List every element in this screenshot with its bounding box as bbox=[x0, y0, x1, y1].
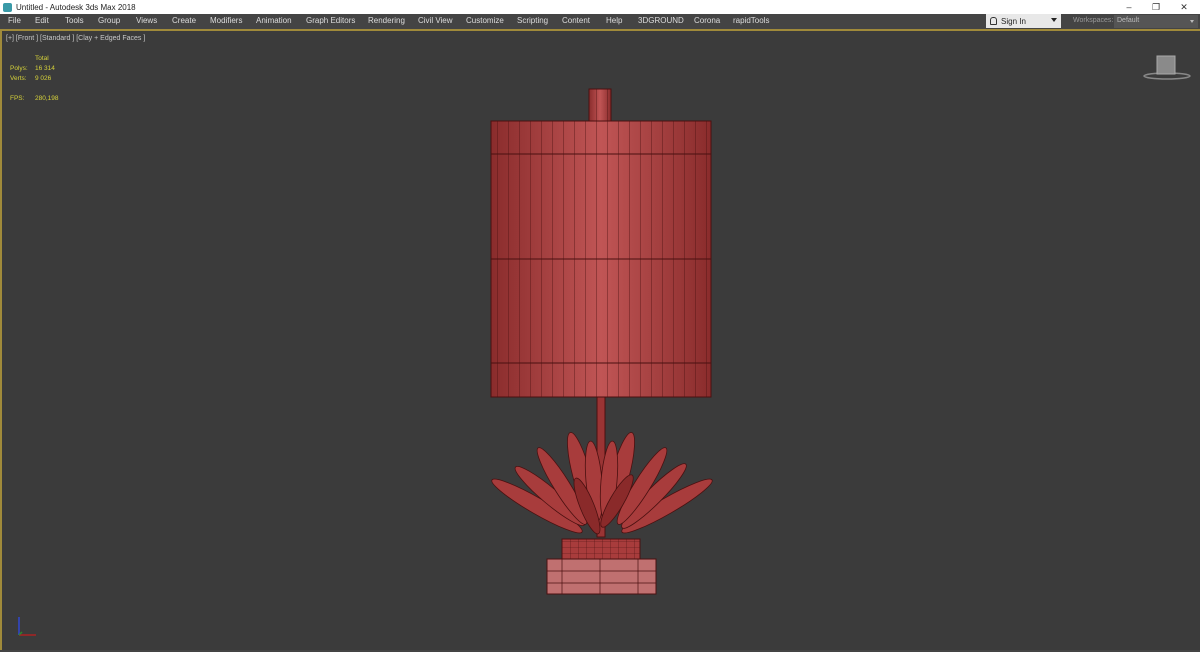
workspaces-label: Workspaces: bbox=[1073, 17, 1114, 24]
menu-corona[interactable]: Corona bbox=[694, 16, 720, 25]
window-title: Untitled - Autodesk 3ds Max 2018 bbox=[16, 2, 136, 12]
menu-views[interactable]: Views bbox=[136, 16, 157, 25]
close-button[interactable]: ✕ bbox=[1170, 0, 1198, 14]
app-icon bbox=[3, 2, 12, 12]
menu-rapidtools[interactable]: rapidTools bbox=[733, 16, 769, 25]
lamp-base bbox=[546, 558, 657, 595]
menu-edit[interactable]: Edit bbox=[35, 16, 49, 25]
menu-create[interactable]: Create bbox=[172, 16, 196, 25]
menu-graph-editors[interactable]: Graph Editors bbox=[306, 16, 355, 25]
user-icon bbox=[990, 17, 997, 25]
lamp-finial bbox=[588, 88, 612, 122]
minimize-button[interactable]: – bbox=[1115, 0, 1143, 14]
lamp-shade bbox=[490, 120, 712, 398]
menu-customize[interactable]: Customize bbox=[466, 16, 504, 25]
menu-group[interactable]: Group bbox=[98, 16, 120, 25]
workspaces-select[interactable]: Default bbox=[1114, 15, 1198, 28]
menu-animation[interactable]: Animation bbox=[256, 16, 292, 25]
menu-content[interactable]: Content bbox=[562, 16, 590, 25]
menu-file[interactable]: File bbox=[8, 16, 21, 25]
chevron-down-icon bbox=[1051, 18, 1057, 22]
menu-rendering[interactable]: Rendering bbox=[368, 16, 405, 25]
lamp-collar bbox=[561, 538, 641, 560]
front-viewport[interactable]: [+] [Front ] [Standard ] [Clay + Edged F… bbox=[0, 29, 1200, 650]
title-bar: Untitled - Autodesk 3ds Max 2018 – ❐ ✕ bbox=[0, 0, 1200, 14]
menu-modifiers[interactable]: Modifiers bbox=[210, 16, 242, 25]
restore-button[interactable]: ❐ bbox=[1142, 0, 1170, 14]
sign-in-button[interactable]: Sign In bbox=[986, 14, 1061, 28]
chevron-down-icon bbox=[1190, 20, 1194, 23]
menu-civil-view[interactable]: Civil View bbox=[418, 16, 453, 25]
menu-tools[interactable]: Tools bbox=[65, 16, 84, 25]
menu-3dground[interactable]: 3DGROUND bbox=[638, 16, 684, 25]
workspaces-value: Default bbox=[1117, 17, 1140, 24]
lamp-model[interactable] bbox=[2, 31, 1200, 652]
menu-help[interactable]: Help bbox=[606, 16, 622, 25]
menu-scripting[interactable]: Scripting bbox=[517, 16, 548, 25]
sign-in-label: Sign In bbox=[1001, 16, 1026, 26]
